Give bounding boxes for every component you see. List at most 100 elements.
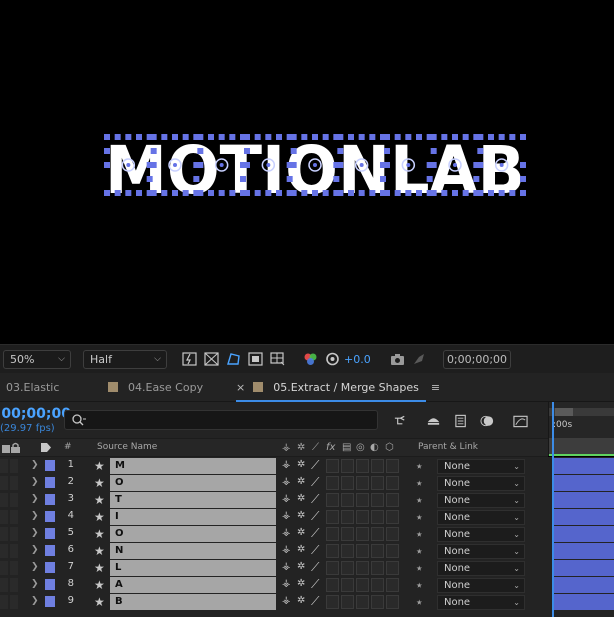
motion-blur-switch[interactable] <box>356 527 369 541</box>
effects-switch[interactable] <box>326 527 339 541</box>
label-color-swatch[interactable] <box>45 562 55 573</box>
layer-duration-bar[interactable] <box>553 594 614 610</box>
lock-switch[interactable] <box>10 578 18 592</box>
layer-duration-bar[interactable] <box>553 577 614 593</box>
layer-row[interactable]: ❯ 7 ★ L ⚶ ✲ ⟋ ٭ None ⌄ <box>0 560 614 577</box>
parent-dropdown[interactable]: None ⌄ <box>437 476 525 491</box>
shy-switch-icon[interactable]: ⚶ <box>282 578 291 589</box>
collapse-switch-icon[interactable]: ✲ <box>297 544 305 555</box>
frame-blend-switch[interactable] <box>341 476 354 490</box>
collapse-switch-icon[interactable]: ✲ <box>297 493 305 504</box>
vertex-handle[interactable] <box>477 162 484 168</box>
lock-switch[interactable] <box>10 527 18 541</box>
layer-duration-bar[interactable] <box>553 509 614 525</box>
vertex-handle[interactable] <box>369 190 376 196</box>
layer-row[interactable]: ❯ 2 ★ O ⚶ ✲ ⟋ ٭ None ⌄ <box>0 475 614 492</box>
vertex-handle[interactable] <box>229 134 236 140</box>
layer-name[interactable]: O <box>110 526 276 542</box>
motion-blur-icon[interactable] <box>480 414 495 428</box>
vertex-handle[interactable] <box>254 190 261 196</box>
expand-arrow-icon[interactable]: ❯ <box>31 511 39 521</box>
layer-duration-bar[interactable] <box>553 458 614 474</box>
vertex-handle[interactable] <box>197 190 204 196</box>
video-switch[interactable] <box>0 459 8 473</box>
layer-duration-bar[interactable] <box>553 543 614 559</box>
vertex-handle[interactable] <box>337 134 344 140</box>
adjustment-switch[interactable] <box>371 578 384 592</box>
adjustment-switch[interactable] <box>371 459 384 473</box>
vertex-handle[interactable] <box>441 134 448 140</box>
vertex-handle[interactable] <box>161 134 168 140</box>
layer-name[interactable]: N <box>110 543 276 559</box>
effects-switch[interactable] <box>326 544 339 558</box>
label-color-swatch[interactable] <box>45 460 55 471</box>
zoom-dropdown[interactable]: 50% ⌵ <box>3 350 71 369</box>
vertex-handle[interactable] <box>301 134 308 140</box>
3d-layer-switch[interactable] <box>386 459 399 473</box>
motion-blur-switch[interactable] <box>356 578 369 592</box>
lock-switch[interactable] <box>10 459 18 473</box>
vertex-handle[interactable] <box>348 190 354 196</box>
expand-arrow-icon[interactable]: ❯ <box>31 579 39 589</box>
frame-blend-switch[interactable] <box>341 459 354 473</box>
collapse-switch-icon[interactable]: ✲ <box>297 561 305 572</box>
region-of-interest-icon[interactable] <box>248 352 263 366</box>
snapshot-icon[interactable] <box>390 352 405 366</box>
vertex-handle[interactable] <box>384 134 390 140</box>
tab-05-extract-merge-shapes[interactable]: × 05.Extract / Merge Shapes ≡ <box>236 373 440 402</box>
vertex-handle[interactable] <box>244 190 250 196</box>
motion-blur-switch[interactable] <box>356 493 369 507</box>
lock-switch[interactable] <box>10 561 18 575</box>
frame-blending-icon[interactable] <box>454 414 469 428</box>
vertex-handle[interactable] <box>301 190 308 196</box>
layer-duration-bar[interactable] <box>553 492 614 508</box>
vertex-handle[interactable] <box>430 134 437 140</box>
layer-name[interactable]: B <box>110 594 276 610</box>
vertex-handle[interactable] <box>520 162 526 168</box>
lock-switch[interactable] <box>10 544 18 558</box>
layer-row[interactable]: ❯ 9 ★ B ⚶ ✲ ⟋ ٭ None ⌄ <box>0 594 614 611</box>
effects-switch[interactable] <box>326 561 339 575</box>
vertex-handle[interactable] <box>333 176 340 182</box>
vertex-handle[interactable] <box>322 190 329 196</box>
panel-menu-icon[interactable]: ≡ <box>431 381 440 394</box>
tab-03-elastic[interactable]: 03.Elastic <box>6 373 59 402</box>
vertex-handle[interactable] <box>473 176 480 182</box>
vertex-handle[interactable] <box>394 134 401 140</box>
vertex-handle[interactable] <box>416 190 422 196</box>
layer-duration-bar[interactable] <box>553 475 614 491</box>
vertex-handle[interactable] <box>488 190 494 196</box>
vertex-handle[interactable] <box>322 134 329 140</box>
exposure-reset-icon[interactable] <box>325 352 340 366</box>
parent-dropdown[interactable]: None ⌄ <box>437 493 525 508</box>
transparency-grid-icon[interactable] <box>204 352 219 366</box>
layer-name[interactable]: L <box>110 560 276 576</box>
work-area-handle[interactable] <box>555 408 573 416</box>
composition-viewer[interactable]: MOTIONLAB <box>0 0 614 344</box>
layer-name[interactable]: O <box>110 475 276 491</box>
expand-arrow-icon[interactable]: ❯ <box>31 545 39 555</box>
vertex-handle[interactable] <box>276 190 282 196</box>
effects-switch[interactable] <box>326 510 339 524</box>
pick-whip-icon[interactable]: ٭ <box>416 510 423 524</box>
lock-switch[interactable] <box>10 476 18 490</box>
layer-name[interactable]: I <box>110 509 276 525</box>
label-color-swatch[interactable] <box>45 511 55 522</box>
label-color-swatch[interactable] <box>45 596 55 607</box>
vertex-handle[interactable] <box>358 190 365 196</box>
vertex-handle[interactable] <box>208 134 214 140</box>
parent-dropdown[interactable]: None ⌄ <box>437 510 525 525</box>
lock-switch[interactable] <box>10 510 18 524</box>
3d-layer-switch[interactable] <box>386 561 399 575</box>
adjustment-switch[interactable] <box>371 561 384 575</box>
vertex-handle[interactable] <box>290 148 297 154</box>
quality-switch-icon[interactable]: ⟋ <box>311 526 319 541</box>
graph-editor-icon[interactable] <box>513 414 528 428</box>
vertex-handle[interactable] <box>452 134 458 140</box>
viewer-timecode[interactable]: 0;00;00;00 <box>443 350 511 369</box>
vertex-handle[interactable] <box>380 176 386 182</box>
parent-dropdown[interactable]: None ⌄ <box>437 595 525 610</box>
frame-blend-switch[interactable] <box>341 510 354 524</box>
vertex-handle[interactable] <box>182 190 189 196</box>
composition-canvas[interactable]: MOTIONLAB <box>0 0 614 344</box>
